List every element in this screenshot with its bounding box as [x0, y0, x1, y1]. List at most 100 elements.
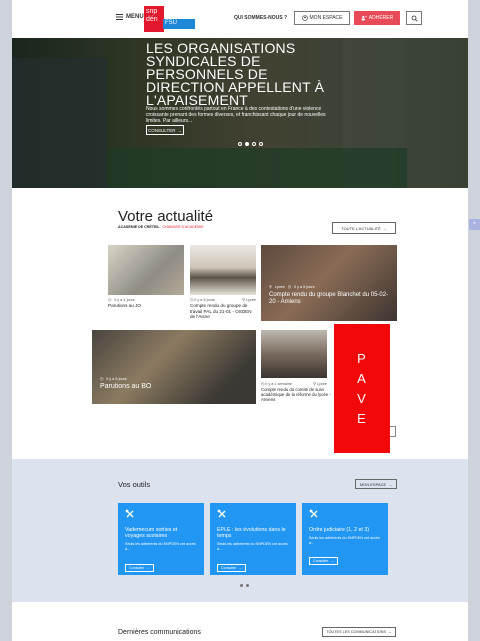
join-label: ADHÉRER: [368, 15, 394, 21]
tool-card[interactable]: EPLE : les évolutions dans le temps Seul…: [210, 503, 296, 575]
hero-title: LES ORGANISATIONS SYNDICALES DE PERSONNE…: [146, 40, 325, 108]
logo-red-block: snp dén: [144, 6, 164, 32]
clock-icon: ◷: [261, 382, 265, 386]
news-card-image[interactable]: [190, 245, 256, 295]
news-card-image[interactable]: [261, 245, 397, 321]
communications-title: Dernières communications: [118, 629, 201, 636]
academy-name: ACADÉMIE DE CRÉTEIL: [118, 225, 160, 229]
all-communications-label: TOUTES LES COMMUNICATIONS: [326, 630, 386, 634]
tool-card-title: EPLE : les évolutions dans le temps: [217, 527, 286, 540]
tools-icon: [217, 509, 226, 518]
all-news-label: TOUTE L'ACTUALITÉ: [341, 225, 381, 231]
tool-card-title: Ordre judiciaire (1, 2 et 3): [309, 527, 370, 533]
tool-consult-label: Consulter: [221, 565, 237, 570]
arrow-right-icon: →: [382, 225, 387, 231]
search-icon: [411, 15, 418, 22]
nav-link-who[interactable]: QUI SOMMES-NOUS ?: [234, 15, 287, 21]
join-button[interactable]: ADHÉRER: [354, 11, 400, 25]
user-plus-icon: [361, 15, 367, 21]
arrow-right-icon: →: [238, 565, 242, 570]
my-space-button[interactable]: MON ESPACE: [294, 11, 350, 25]
news-card-date-text: Il y a 5 jours: [294, 284, 315, 289]
site-logo[interactable]: snp dén FSU: [144, 6, 196, 32]
top-nav: MENU snp dén FSU QUI SOMMES-NOUS ? MON ES…: [12, 0, 468, 38]
arrow-right-icon: →: [388, 481, 393, 487]
pin-icon: ⚲: [313, 382, 316, 386]
tools-carousel-dots: [240, 584, 249, 587]
news-card-date: ◷ Il y a 1 semaine: [261, 381, 292, 386]
news-pager-button[interactable]: [390, 426, 396, 437]
news-card-location: ⚲ Lycée: [313, 381, 327, 386]
news-card-image[interactable]: [108, 245, 184, 295]
carousel-dot[interactable]: [240, 584, 243, 587]
news-card-date-text: Il y a 5 jours: [106, 376, 127, 381]
hero-consult-label: CONSULTER: [148, 127, 176, 133]
arrow-right-icon: →: [387, 630, 392, 634]
arrow-right-icon: →: [330, 559, 334, 564]
clock-icon: ◷: [100, 377, 104, 381]
news-card-title[interactable]: Compte rendu du comité de suivi académiq…: [261, 387, 331, 403]
tools-my-space-button[interactable]: MON ESPACE →: [355, 479, 397, 489]
tool-card[interactable]: Ordre judiciaire (1, 2 et 3) Seuls les a…: [302, 503, 388, 575]
tool-card[interactable]: Vademecum sorties et voyages scolaires S…: [118, 503, 204, 575]
arrow-right-icon: →: [146, 565, 150, 570]
change-academy-link[interactable]: CHANGER D'ACADÉMIE: [163, 225, 204, 229]
tool-consult-label: Consulter: [129, 565, 145, 570]
news-card-title[interactable]: Compte rendu du groupe Blanchet du 05-02…: [269, 292, 393, 306]
news-card-title[interactable]: Parutions au BO: [100, 383, 240, 390]
logo-line2: dén: [146, 16, 158, 23]
news-card-title[interactable]: Compte rendu du groupe de travail PAL du…: [190, 303, 256, 320]
pin-icon: ⚲: [242, 298, 245, 302]
menu-label: MENU: [126, 14, 144, 20]
pave-letter: V: [357, 391, 367, 406]
logo-badge: FSU: [163, 19, 195, 29]
pave-letter: A: [357, 371, 367, 386]
tool-consult-label: Consulter: [313, 559, 329, 564]
carousel-dot[interactable]: [259, 142, 263, 146]
tools-section-title: Vos outils: [118, 480, 151, 489]
news-card-location-text: Lycée: [246, 298, 256, 302]
search-button[interactable]: [406, 11, 422, 25]
clock-icon: ◷: [108, 298, 112, 302]
scroll-top-button[interactable]: ^: [469, 219, 480, 230]
hero-carousel-dots: [238, 142, 263, 146]
news-section-title: Votre actualité: [118, 208, 214, 225]
tool-consult-button[interactable]: Consulter →: [217, 563, 246, 572]
pin-icon: ⚲: [269, 285, 272, 289]
news-card-meta: ◷ Il y a 1 semaine ⚲ Lycée: [261, 381, 327, 386]
news-card-meta: ◷ Il y a 4 jours: [108, 297, 135, 303]
tool-card-text: Seuls les adhérents du SNPDEN ont accès …: [217, 542, 288, 551]
hero-text: Nous sommes confrontés partout en France…: [146, 106, 326, 124]
my-space-label: MON ESPACE: [309, 15, 343, 21]
all-communications-button[interactable]: TOUTES LES COMMUNICATIONS →: [322, 627, 396, 637]
pave-letter: P: [357, 351, 367, 366]
news-card-location-text: Lycée: [274, 284, 285, 289]
page: MENU snp dén FSU QUI SOMMES-NOUS ? MON ES…: [12, 0, 468, 641]
hero-consult-button[interactable]: CONSULTER →: [146, 125, 184, 135]
menu-button[interactable]: MENU: [116, 14, 144, 20]
clock-icon: ◷: [190, 298, 194, 302]
news-card-image[interactable]: [92, 330, 256, 404]
news-card-location: ⚲ Lycée: [242, 297, 256, 302]
tool-consult-button[interactable]: Consulter →: [125, 563, 154, 572]
all-news-button[interactable]: TOUTE L'ACTUALITÉ →: [332, 222, 396, 234]
news-card-date-text: Il y a 5 jours: [194, 298, 215, 302]
user-circle-icon: [301, 15, 308, 21]
tool-consult-button[interactable]: Consulter →: [309, 557, 338, 566]
academy-line: ACADÉMIE DE CRÉTEIL CHANGER D'ACADÉMIE: [118, 225, 204, 229]
news-card-date-text: Il y a 1 semaine: [265, 382, 292, 386]
news-card-meta: ◷ Il y a 5 jours: [100, 376, 127, 382]
carousel-dot[interactable]: [246, 584, 249, 587]
news-card-meta: ◷ Il y a 5 jours ⚲ Lycée: [190, 297, 256, 302]
news-card-title[interactable]: Parutions au JO: [108, 303, 184, 309]
news-card-image[interactable]: [261, 330, 327, 378]
arrow-right-icon: →: [177, 127, 182, 133]
logo-line1: snp: [146, 8, 158, 15]
clock-icon: ◷: [287, 285, 292, 289]
carousel-dot-active[interactable]: [245, 142, 249, 146]
carousel-dot[interactable]: [252, 142, 256, 146]
news-card-location-text: Lycée: [317, 382, 327, 386]
carousel-dot[interactable]: [238, 142, 242, 146]
tool-card-text: Seuls les adhérents du SNPDEN ont accès …: [309, 536, 380, 545]
news-card-date: ◷ Il y a 5 jours: [190, 297, 215, 302]
